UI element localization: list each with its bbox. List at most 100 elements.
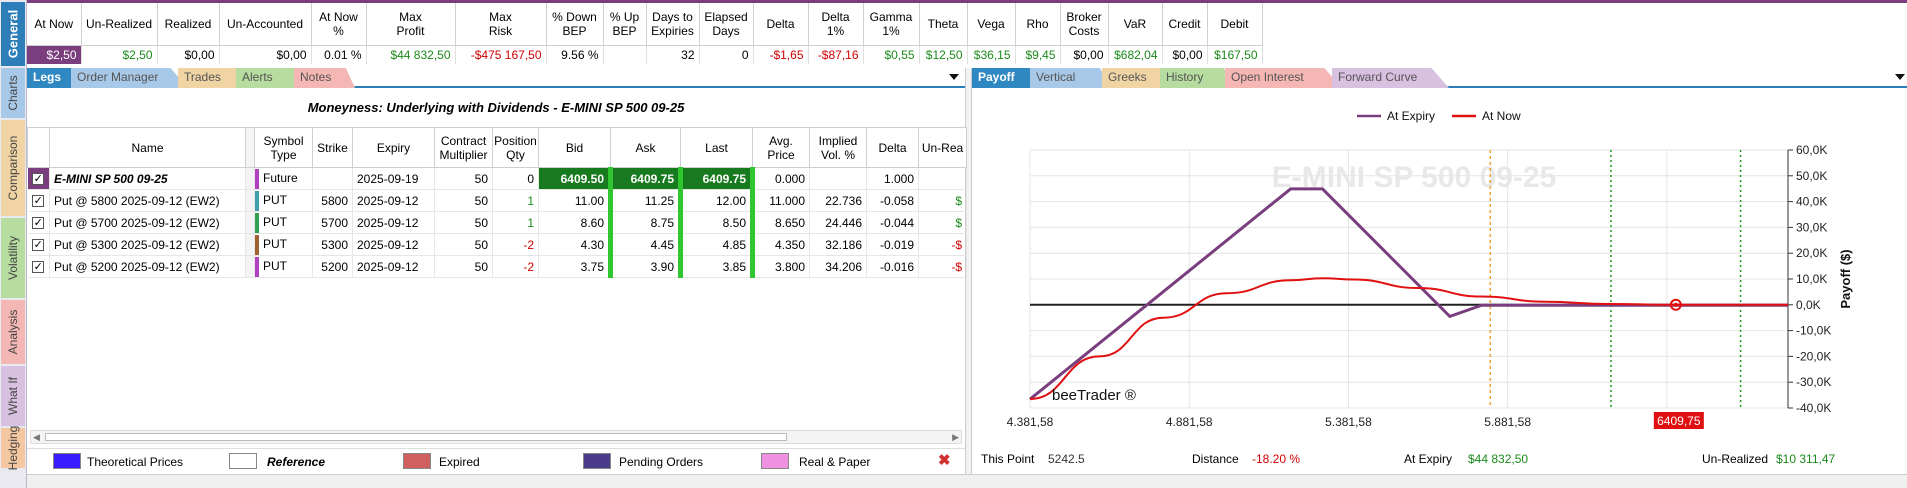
tab-label: Vertical [1036, 70, 1076, 84]
summary-value: 0.01 % [311, 45, 367, 64]
legs-tab-order-manager[interactable]: Order Manager [71, 68, 188, 88]
summary-header[interactable]: Delta [753, 3, 809, 46]
leg-type: PUT [254, 189, 313, 212]
legend-label: Reference [267, 455, 326, 469]
close-icon[interactable]: ✖ [938, 451, 951, 469]
y-tick-label: 20,0K [1796, 246, 1827, 260]
summary-header[interactable]: Rho [1015, 3, 1061, 46]
side-tab-what-if[interactable]: What If [1, 366, 25, 426]
summary-header[interactable]: Elapsed Days [699, 3, 754, 46]
legs-header[interactable]: Bid [538, 127, 611, 168]
leg-last: 3.85 [680, 255, 755, 278]
leg-last: 12.00 [680, 189, 755, 212]
chart-tab-forward-curve[interactable]: Forward Curve [1332, 68, 1449, 88]
chart-tab-history[interactable]: History [1160, 68, 1235, 88]
chart-tab-greeks[interactable]: Greeks [1102, 68, 1170, 88]
row-checkbox-cell[interactable]: ✓ [27, 167, 50, 190]
table-row[interactable]: ✓ Put @ 5800 2025-09-12 (EW2) PUT 5800 2025-… [27, 189, 967, 212]
side-tab-comparison[interactable]: Comparison [1, 120, 25, 216]
legs-header[interactable]: Implied Vol. % [809, 127, 867, 168]
chart-footer: This Point 5242.5 Distance -18.20 % At E… [972, 450, 1907, 470]
summary-header[interactable]: Max Profit [366, 3, 456, 46]
legs-header[interactable]: Avg. Price [752, 127, 810, 168]
legs-header[interactable]: Expiry [352, 127, 435, 168]
summary-header[interactable]: Broker Costs [1060, 3, 1109, 46]
legs-tab-trades[interactable]: Trades [178, 68, 246, 88]
legs-header[interactable]: Ask [610, 127, 681, 168]
legs-header-select[interactable] [27, 127, 50, 168]
legs-header[interactable]: Position Qty [492, 127, 539, 168]
scroll-left-icon[interactable]: ◀ [33, 432, 40, 443]
side-tab-analysis[interactable]: Analysis [1, 300, 25, 364]
series-line-at-expiry [1029, 187, 1788, 401]
leg-last: 8.50 [680, 211, 755, 234]
side-tab-hedging[interactable]: Hedging [1, 426, 25, 470]
y-tick-label: 0,0K [1796, 298, 1821, 312]
row-checkbox-cell[interactable]: ✓ [27, 211, 50, 234]
checkbox[interactable]: ✓ [32, 239, 45, 252]
chart-tab-vertical[interactable]: Vertical [1030, 68, 1112, 88]
x-tick-label: 5.881,58 [1484, 415, 1531, 429]
leg-iv: 32.186 [809, 233, 867, 256]
leg-type: Future [254, 167, 313, 190]
legend-swatch [53, 453, 81, 469]
legend-swatch [761, 453, 789, 469]
legs-header[interactable]: Delta [866, 127, 919, 168]
summary-value: $9,45 [1015, 45, 1061, 64]
summary-header[interactable]: Realized [157, 3, 220, 46]
leg-strike: 5200 [312, 255, 353, 278]
table-row[interactable]: ✓ Put @ 5200 2025-09-12 (EW2) PUT 5200 2025-… [27, 255, 967, 278]
summary-header[interactable]: Max Risk [455, 3, 547, 46]
chevron-down-icon[interactable] [949, 74, 959, 80]
summary-value: $2,50 [27, 45, 82, 64]
summary-header[interactable]: % Down BEP [546, 3, 604, 46]
table-row[interactable]: ✓ Put @ 5300 2025-09-12 (EW2) PUT 5300 2025-… [27, 233, 967, 256]
legs-horizontal-scrollbar[interactable]: ◀ ▶ [30, 430, 962, 444]
legend-series-label[interactable]: At Now [1482, 109, 1521, 123]
table-row[interactable]: ✓ Put @ 5700 2025-09-12 (EW2) PUT 5700 2025-… [27, 211, 967, 234]
summary-header[interactable]: Vega [967, 3, 1016, 46]
leg-qty: -2 [492, 233, 539, 256]
checkbox[interactable]: ✓ [32, 217, 45, 230]
payoff-chart[interactable]: 60,0K 50,0K 40,0K 30,0K 20,0K 10,0K 0,0K -10,0K… [972, 97, 1907, 449]
summary-header[interactable]: Un-Realized [81, 3, 158, 46]
summary-value: 32 [646, 45, 700, 64]
checkbox[interactable]: ✓ [32, 173, 45, 186]
row-checkbox-cell[interactable]: ✓ [27, 233, 50, 256]
summary-header[interactable]: Theta [919, 3, 968, 46]
summary-header[interactable]: Debit [1207, 3, 1263, 46]
chart-tab-open-interest[interactable]: Open Interest [1225, 68, 1342, 88]
y-tick-label: 30,0K [1796, 220, 1827, 234]
legs-tab-notes[interactable]: Notes [294, 68, 355, 88]
chart-tab-payoff[interactable]: Payoff [972, 68, 1040, 88]
side-tab-general[interactable]: General [1, 2, 25, 66]
row-checkbox-cell[interactable]: ✓ [27, 255, 50, 278]
chevron-down-icon[interactable] [1895, 74, 1905, 80]
row-checkbox-cell[interactable]: ✓ [27, 189, 50, 212]
legs-tab-alerts[interactable]: Alerts [236, 68, 304, 88]
legs-header[interactable]: Strike [312, 127, 353, 168]
legend-series-label[interactable]: At Expiry [1387, 109, 1435, 123]
summary-header[interactable]: VaR [1108, 3, 1163, 46]
legs-header[interactable]: Last [680, 127, 753, 168]
side-tab-volatility[interactable]: Volatility [1, 218, 25, 298]
scrollbar-thumb[interactable] [45, 433, 787, 441]
side-tab-charts[interactable]: Charts [1, 68, 25, 118]
summary-header[interactable]: % Up BEP [603, 3, 647, 46]
summary-header[interactable]: At Now [27, 3, 82, 46]
legs-header[interactable]: Symbol Type [254, 127, 313, 168]
summary-header[interactable]: Gamma 1% [863, 3, 920, 46]
summary-header[interactable]: Credit [1162, 3, 1208, 46]
legs-header[interactable]: Contract Multiplier [434, 127, 493, 168]
summary-header[interactable]: Days to Expiries [646, 3, 700, 46]
checkbox[interactable]: ✓ [32, 195, 45, 208]
summary-header[interactable]: At Now % [311, 3, 367, 46]
table-row[interactable]: ✓ E-MINI SP 500 09-25 Future 2025-09-19 50 0 6… [27, 167, 967, 190]
checkbox[interactable]: ✓ [32, 261, 45, 274]
summary-header[interactable]: Un-Accounted [219, 3, 312, 46]
leg-name: Put @ 5800 2025-09-12 (EW2) [49, 189, 246, 212]
legs-header[interactable]: Name [49, 127, 246, 168]
legs-header[interactable]: Un-Rea [918, 127, 967, 168]
summary-header[interactable]: Delta 1% [808, 3, 864, 46]
scroll-right-icon[interactable]: ▶ [952, 432, 959, 443]
